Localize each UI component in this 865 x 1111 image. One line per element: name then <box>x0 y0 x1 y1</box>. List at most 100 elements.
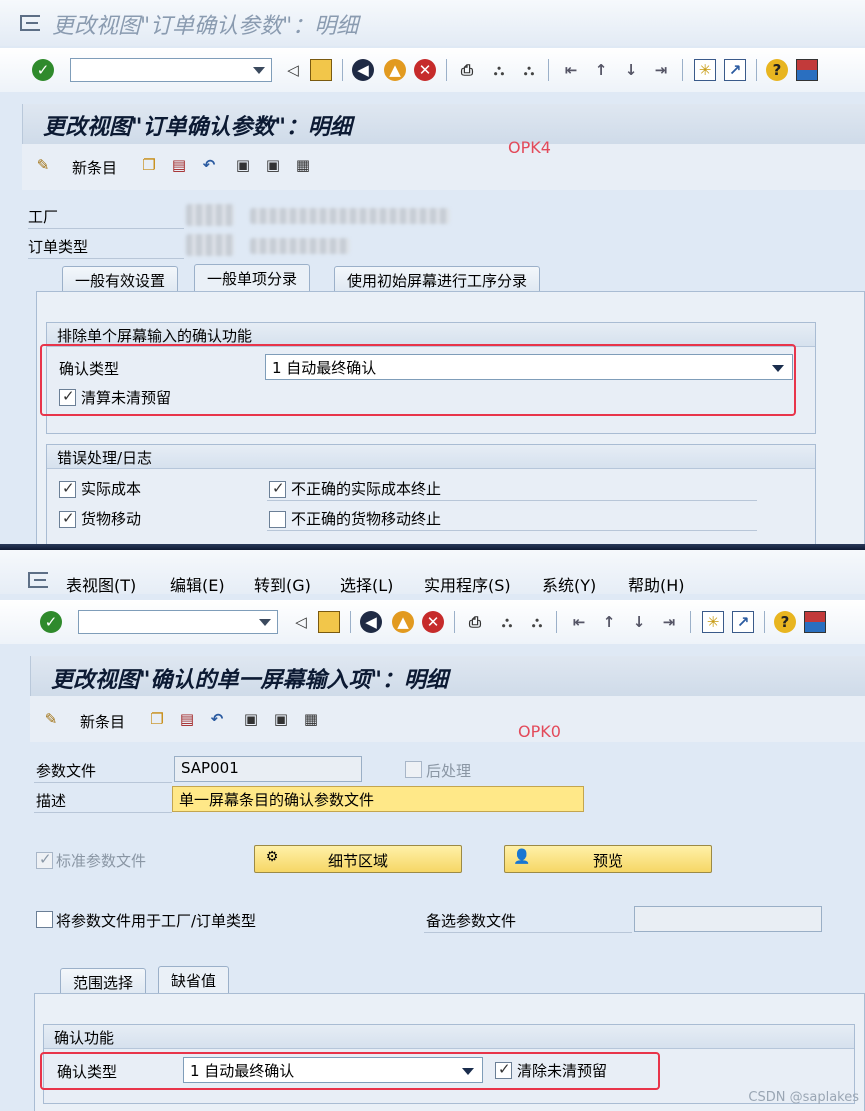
standard-toolbar: ✓ ◁ ◀ ▲ ✕ ⎙ ⛬ ⛬ ⇤ ↑ ↓ ⇥ ✳ ↗ ? <box>0 48 865 92</box>
back-icon[interactable]: ◀ <box>360 611 382 633</box>
last-page-icon[interactable]: ⇥ <box>650 59 672 81</box>
tab-default-values[interactable]: 缺省值 <box>158 966 230 994</box>
preview-button-label: 预览 <box>592 852 623 870</box>
back-arrow-icon[interactable]: ◁ <box>290 611 312 633</box>
next-page-icon[interactable]: ↓ <box>620 59 642 81</box>
chevron-down-icon[interactable] <box>253 67 265 74</box>
menu-help[interactable]: 帮助(H) <box>628 572 685 596</box>
enter-icon[interactable]: ✓ <box>40 611 62 633</box>
new-session-icon[interactable]: ✳ <box>702 611 724 633</box>
menu-icon[interactable] <box>20 15 40 31</box>
chevron-down-icon[interactable] <box>259 619 271 626</box>
deselect-icon[interactable]: ▦ <box>300 708 322 730</box>
first-page-icon[interactable]: ⇤ <box>560 59 582 81</box>
back-icon[interactable]: ◀ <box>352 59 374 81</box>
wrong-actual-cost-label: 不正确的实际成本终止 <box>291 480 442 498</box>
deselect-icon[interactable]: ▦ <box>292 154 314 176</box>
next-page-icon[interactable]: ↓ <box>628 611 650 633</box>
print-icon[interactable]: ⎙ <box>464 611 486 633</box>
exit-icon[interactable]: ▲ <box>392 611 414 633</box>
tab-general-settings[interactable]: 一般有效设置 <box>62 266 179 292</box>
layout-menu-icon[interactable] <box>804 611 826 633</box>
delete-icon[interactable]: ▤ <box>176 708 198 730</box>
group-title: 确认功能 <box>44 1025 854 1049</box>
select-all-icon[interactable]: ▣ <box>232 154 254 176</box>
highlight-box <box>40 344 796 416</box>
detail-area-button[interactable]: ⚙ 细节区域 <box>254 845 462 873</box>
new-entries-button[interactable]: 新条目 <box>80 711 125 732</box>
alternative-profile-field[interactable] <box>634 906 822 932</box>
plant-value-redacted <box>186 204 234 226</box>
previous-page-icon[interactable]: ↑ <box>590 59 612 81</box>
shortcut-icon[interactable]: ↗ <box>732 611 754 633</box>
edit-pencil-icon[interactable]: ✎ <box>32 154 54 176</box>
bottom-screen: 表视图(T) 编辑(E) 转到(G) 选择(L) 实用程序(S) 系统(Y) 帮… <box>0 550 865 1111</box>
wrong-goods-movement-checkbox[interactable] <box>269 511 286 528</box>
wrong-goods-movement-label: 不正确的货物移动终止 <box>291 510 442 528</box>
preview-button[interactable]: 👤 预览 <box>504 845 712 873</box>
order-type-label: 订单类型 <box>28 238 89 256</box>
post-process-label: 后处理 <box>426 762 472 780</box>
watermark: CSDN @saplakes <box>748 1090 859 1105</box>
find-next-icon[interactable]: ⛬ <box>526 611 548 633</box>
use-for-plant-checkbox[interactable] <box>36 911 53 928</box>
copy-icon[interactable]: ❐ <box>146 708 168 730</box>
help-icon[interactable]: ? <box>766 59 788 81</box>
menu-edit[interactable]: 编辑(E) <box>170 572 225 596</box>
profile-label: 参数文件 <box>36 762 97 780</box>
command-field[interactable] <box>70 58 272 82</box>
menu-goto[interactable]: 转到(G) <box>254 572 311 596</box>
description-field[interactable]: 单一屏幕条目的确认参数文件 <box>172 786 584 812</box>
delete-icon[interactable]: ▤ <box>168 154 190 176</box>
group-title: 错误处理/日志 <box>47 445 815 469</box>
select-block-icon[interactable]: ▣ <box>262 154 284 176</box>
new-entries-button[interactable]: 新条目 <box>72 157 117 178</box>
find-icon[interactable]: ⛬ <box>496 611 518 633</box>
print-icon[interactable]: ⎙ <box>456 59 478 81</box>
menu-system[interactable]: 系统(Y) <box>542 572 596 596</box>
save-icon[interactable] <box>310 59 332 81</box>
shortcut-icon[interactable]: ↗ <box>724 59 746 81</box>
actual-cost-checkbox[interactable] <box>59 479 76 498</box>
post-process-checkbox[interactable] <box>405 761 422 778</box>
application-toolbar: ✎ 新条目 ❐ ▤ ↶ ▣ ▣ ▦ <box>30 696 865 742</box>
previous-page-icon[interactable]: ↑ <box>598 611 620 633</box>
back-arrow-icon[interactable]: ◁ <box>282 59 304 81</box>
copy-icon[interactable]: ❐ <box>138 154 160 176</box>
actual-cost-label: 实际成本 <box>81 480 142 498</box>
goods-movement-checkbox[interactable] <box>59 509 76 528</box>
top-screen: 更改视图"订单确认参数"：明细 ✓ ◁ ◀ ▲ ✕ ⎙ ⛬ ⛬ ⇤ ↑ ↓ ⇥ … <box>0 0 865 546</box>
tab-initial-screen-entry[interactable]: 使用初始屏幕进行工序分录 <box>334 266 541 292</box>
panel-header: 更改视图"确认的单一屏幕输入项"：明细 <box>30 656 865 696</box>
save-icon[interactable] <box>318 611 340 633</box>
menu-icon[interactable] <box>28 572 48 588</box>
new-session-icon[interactable]: ✳ <box>694 59 716 81</box>
layout-menu-icon[interactable] <box>796 59 818 81</box>
undo-icon[interactable]: ↶ <box>198 154 220 176</box>
plant-name-redacted <box>250 208 450 224</box>
tab-general-single-entry[interactable]: 一般单项分录 <box>194 264 311 292</box>
find-next-icon[interactable]: ⛬ <box>518 59 540 81</box>
select-block-icon[interactable]: ▣ <box>270 708 292 730</box>
wrong-actual-cost-checkbox[interactable] <box>269 479 286 498</box>
find-icon[interactable]: ⛬ <box>488 59 510 81</box>
undo-icon[interactable]: ↶ <box>206 708 228 730</box>
enter-icon[interactable]: ✓ <box>32 59 54 81</box>
standard-profile-checkbox[interactable] <box>36 850 53 869</box>
menu-selection[interactable]: 选择(L) <box>340 572 393 596</box>
command-field[interactable] <box>78 610 278 634</box>
last-page-icon[interactable]: ⇥ <box>658 611 680 633</box>
select-all-icon[interactable]: ▣ <box>240 708 262 730</box>
help-icon[interactable]: ? <box>774 611 796 633</box>
edit-pencil-icon[interactable]: ✎ <box>40 708 62 730</box>
menu-table-view[interactable]: 表视图(T) <box>66 572 136 596</box>
profile-field[interactable]: SAP001 <box>174 756 362 782</box>
cancel-icon[interactable]: ✕ <box>422 611 444 633</box>
cancel-icon[interactable]: ✕ <box>414 59 436 81</box>
description-label: 描述 <box>36 792 67 810</box>
menu-utilities[interactable]: 实用程序(S) <box>424 572 511 596</box>
exit-icon[interactable]: ▲ <box>384 59 406 81</box>
first-page-icon[interactable]: ⇤ <box>568 611 590 633</box>
tab-scope-selection[interactable]: 范围选择 <box>60 968 147 994</box>
user-icon: 👤 <box>513 849 531 865</box>
